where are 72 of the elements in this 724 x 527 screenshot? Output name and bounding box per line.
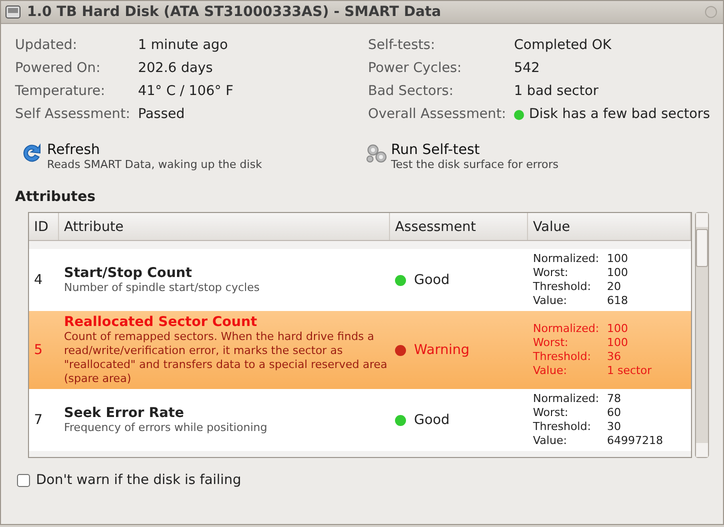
field-value: 202.6 days — [138, 59, 214, 78]
attribute-name: Reallocated Sector Count — [64, 314, 258, 330]
assessment-text: Good — [414, 272, 450, 288]
value-text: 60 — [607, 406, 622, 420]
field-value: 1 bad sector — [514, 82, 600, 101]
close-button[interactable] — [705, 6, 717, 18]
table-row[interactable]: 7 Seek Error Rate Frequency of errors while positioning Good Normalized: 78 Worst: 60 Threshold: 30 Value: 64997218 — [29, 389, 691, 451]
scrollbar[interactable] — [695, 212, 709, 458]
value-text: 100 — [607, 266, 629, 280]
value-label: Value: — [533, 364, 568, 378]
table-cell-text: 5 — [33, 342, 44, 358]
column-header[interactable]: ID — [29, 213, 59, 240]
action-button[interactable]: Refresh — [47, 142, 262, 158]
value-label: Normalized: — [533, 392, 600, 406]
gears-icon — [365, 142, 387, 164]
table-row[interactable] — [29, 311, 691, 389]
field-value: Disk has a few bad sectors — [529, 105, 710, 124]
checkbox[interactable] — [17, 474, 30, 486]
value-text: 64997218 — [607, 434, 664, 448]
value-label: Worst: — [533, 406, 570, 420]
column-header[interactable]: Attribute — [59, 213, 390, 240]
field-value: 41° C / 106° F — [138, 82, 234, 101]
field-value: Passed — [138, 105, 186, 124]
field-label: Powered On: — [15, 59, 102, 78]
attribute-name: Seek Error Rate — [64, 405, 185, 421]
action-button[interactable]: Run Self-test — [391, 142, 558, 158]
field-label: Self Assessment: — [15, 105, 132, 124]
field-label: Power Cycles: — [368, 59, 463, 78]
value-label: Threshold: — [533, 420, 592, 434]
value-label: Worst: — [533, 266, 570, 280]
value-text: 618 — [607, 294, 629, 308]
action-description: Reads SMART Data, waking up the disk — [47, 158, 262, 171]
attribute-name: Start/Stop Count — [64, 265, 193, 281]
value-text: 1 sector — [607, 364, 653, 378]
table-cell-text: 7 — [33, 412, 44, 428]
value-text: 78 — [607, 392, 622, 406]
assessment-text: Good — [414, 412, 450, 428]
value-label: Value: — [533, 294, 568, 308]
value-text: 100 — [607, 252, 629, 266]
field-label: Updated: — [15, 36, 78, 55]
value-text: 36 — [607, 350, 622, 364]
value-label: Threshold: — [533, 350, 592, 364]
checkbox-label: Don't warn if the disk is failing — [36, 472, 242, 488]
field-label: Bad Sectors: — [368, 82, 454, 101]
field-value: 542 — [514, 59, 541, 78]
value-text: 30 — [607, 420, 622, 434]
field-value: Completed OK — [514, 36, 612, 55]
value-text: 100 — [607, 322, 629, 336]
value-label: Worst: — [533, 336, 570, 350]
field-label: Temperature: — [15, 82, 106, 101]
action-description: Test the disk surface for errors — [391, 158, 558, 171]
column-header[interactable]: Assessment — [390, 213, 528, 240]
column-header[interactable]: Value — [528, 213, 691, 240]
section-heading: Attributes — [15, 189, 96, 205]
window-title: 1.0 TB Hard Disk (ATA ST31000333AS) - SMART Data — [27, 4, 442, 20]
value-label: Value: — [533, 434, 568, 448]
value-label: Normalized: — [533, 252, 600, 266]
value-label: Normalized: — [533, 322, 600, 336]
scroll-thumb[interactable] — [696, 229, 708, 267]
value-text: 100 — [607, 336, 629, 350]
attribute-description: Count of remapped sectors. When the hard drive finds a read/write/verification error, it marks the sector as "reallocated" and transfers data to a special reserved area (spare area) — [64, 330, 388, 386]
assessment-text: Warning — [414, 342, 470, 358]
table-cell-text: 4 — [33, 272, 44, 288]
table-row[interactable]: 4 Start/Stop Count Number of spindle start/stop cycles Good Normalized: 100 Worst: 100 Threshold: 20 Value: 618 — [29, 249, 691, 311]
value-label: Threshold: — [533, 280, 592, 294]
attribute-description: Number of spindle start/stop cycles — [64, 281, 261, 295]
value-text: 20 — [607, 280, 622, 294]
refresh-icon — [21, 142, 43, 164]
attribute-description: Frequency of errors while positioning — [64, 421, 268, 435]
field-label: Overall Assessment: — [368, 105, 508, 124]
field-value: 1 minute ago — [138, 36, 229, 55]
field-label: Self-tests: — [368, 36, 436, 55]
